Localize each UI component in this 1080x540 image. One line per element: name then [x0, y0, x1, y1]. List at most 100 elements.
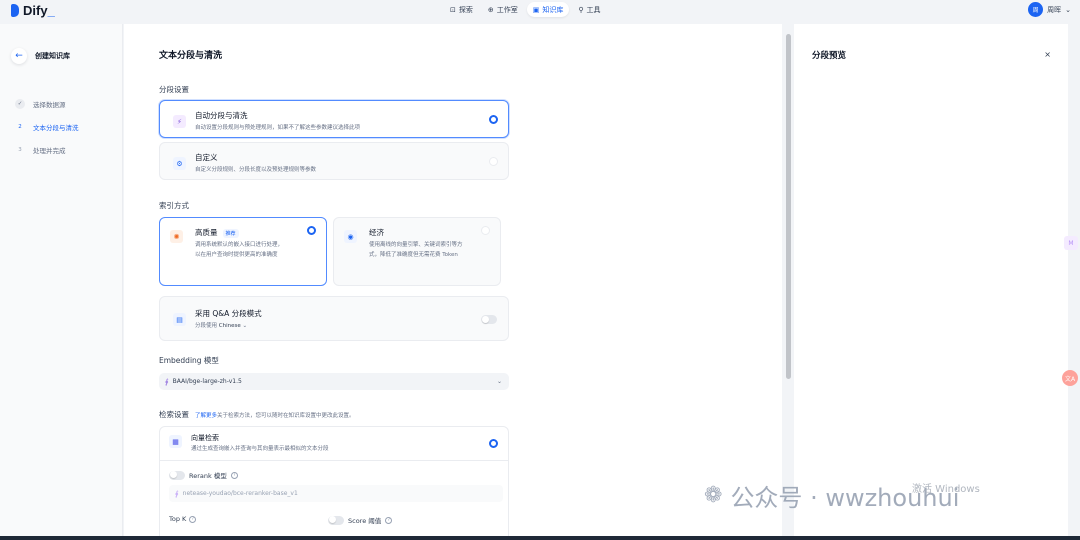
qa-mode-toggle[interactable]	[481, 315, 497, 324]
rerank-row: Rerank 模型 ?	[169, 470, 238, 480]
qa-icon: ▤	[173, 313, 186, 326]
step-list: ✓ 选择数据源 2 文本分段与清洗 3 处理并完成	[15, 92, 79, 161]
user-menu[interactable]: 周 周晖 ⌄	[1028, 2, 1071, 17]
step-number: 3	[18, 146, 22, 153]
model-icon: ∮	[175, 489, 179, 498]
help-icon[interactable]: ?	[189, 515, 197, 523]
custom-segment-option[interactable]: ⚙ 自定义 自定义分段规则、分段长度以及预处理规则等参数	[159, 142, 509, 180]
qa-mode-card: ▤ 采用 Q&A 分段模式 分段使用 Chinese ⌄	[159, 296, 509, 341]
avatar: 周	[1028, 2, 1044, 17]
economy-desc: 使用离线的向量引擎、关键词索引等方 式，降低了准确度但无需花费 Token	[369, 242, 463, 258]
embedding-model-select[interactable]: ∮ BAAI/bge-large-zh-v1.5 ⌄	[159, 373, 509, 390]
top-k-setting: Top K ?	[169, 515, 197, 523]
score-threshold-setting: Score 阈值 ?	[328, 515, 393, 525]
retrieval-settings-label: 检索设置	[159, 410, 189, 419]
main-panel: 文本分段与清洗 分段设置 ⚡ 自动分段与清洗 自动设置分段规则与预处理规则，如果…	[124, 24, 782, 536]
retrieval-settings-header: 检索设置 了解更多关于检索方法，您可以随时在知识库设置中更改此设置。	[159, 409, 355, 420]
arrow-left-icon[interactable]: ←	[11, 48, 27, 64]
sliders-icon: ⚙	[173, 157, 186, 170]
recommended-badge: 推荐	[222, 229, 239, 238]
vector-search-desc: 通过生成查询嵌入并查询与其向量表示最相似的文本分段	[191, 446, 329, 452]
nav-studio[interactable]: ⊕ 工作室	[482, 2, 524, 17]
nav-knowledge-label: 知识库	[542, 5, 564, 14]
translate-float-icon[interactable]: 文A	[1062, 370, 1078, 386]
score-threshold-toggle[interactable]	[328, 515, 344, 525]
retrieval-desc: 关于检索方法，您可以随时在知识库设置中更改此设置。	[217, 413, 355, 419]
nav-tools-label: 工具	[586, 5, 601, 14]
step-select-source[interactable]: ✓ 选择数据源	[15, 92, 79, 115]
piggy-bank-icon: ◉	[344, 230, 357, 243]
rerank-model-select[interactable]: ∮ netease-youdao/bce-reranker-base_v1	[169, 485, 503, 502]
main-nav: ⊡ 探索 ⊕ 工作室 ▣ 知识库 ⚲ 工具	[444, 2, 607, 17]
close-icon[interactable]: ×	[1044, 50, 1051, 59]
help-icon[interactable]: ?	[230, 471, 238, 479]
scrollbar-thumb[interactable]	[786, 34, 791, 379]
rerank-toggle[interactable]	[169, 470, 185, 480]
nav-explore-label: 探索	[458, 5, 473, 14]
embedding-model-value: BAAI/bge-large-zh-v1.5	[172, 378, 242, 385]
top-k-label: Top K	[169, 515, 187, 523]
chevron-down-icon: ⌄	[1065, 5, 1071, 14]
learn-more-link[interactable]: 了解更多	[195, 413, 217, 419]
top-bar: Dify_ ⊡ 探索 ⊕ 工作室 ▣ 知识库 ⚲ 工具 周 周晖 ⌄	[0, 0, 1080, 22]
check-icon: ✓	[15, 98, 25, 109]
custom-segment-title: 自定义	[195, 153, 218, 162]
rerank-label: Rerank 模型	[189, 472, 227, 480]
high-quality-option[interactable]: ✺ 高质量 推荐 调用系统默认的嵌入接口进行处理， 以在用户查询时提供更高的准确度	[159, 217, 327, 286]
sidebar-title: 创建知识库	[35, 52, 70, 60]
auto-segment-option[interactable]: ⚡ 自动分段与清洗 自动设置分段规则与预处理规则，如果不了解这些参数建议选择此项	[159, 100, 509, 138]
step-segment-clean: 2 文本分段与清洗	[15, 115, 79, 138]
dify-logo[interactable]: Dify_	[11, 3, 55, 18]
help-icon[interactable]: ?	[385, 516, 393, 524]
chevron-down-icon: ⌄	[496, 378, 502, 385]
nav-explore[interactable]: ⊡ 探索	[444, 2, 479, 17]
high-quality-desc: 调用系统默认的嵌入接口进行处理， 以在用户查询时提供更高的准确度	[195, 242, 284, 258]
os-taskbar	[0, 536, 1080, 540]
studio-icon: ⊕	[487, 5, 494, 14]
nav-knowledge[interactable]: ▣ 知识库	[526, 2, 570, 17]
qa-mode-title: 采用 Q&A 分段模式	[195, 309, 262, 318]
explore-icon: ⊡	[450, 5, 456, 14]
vector-search-title: 向量检索	[191, 434, 219, 442]
vector-icon: ▦	[169, 435, 182, 448]
qa-language[interactable]: 分段使用 Chinese ⌄	[195, 321, 247, 331]
index-method-label: 索引方式	[159, 201, 189, 210]
star-icon: ✺	[170, 230, 183, 243]
high-quality-radio[interactable]	[307, 226, 316, 235]
activate-windows-notice: 激活 Windows	[912, 484, 980, 495]
vector-search-radio[interactable]	[489, 439, 498, 448]
rerank-model-value: netease-youdao/bce-reranker-base_v1	[182, 490, 298, 497]
vector-search-header[interactable]: ▦ 向量检索 通过生成查询嵌入并查询与其向量表示最相似的文本分段	[160, 427, 508, 461]
step-label: 处理并完成	[33, 146, 66, 155]
logo-mark-icon	[11, 4, 19, 17]
step-label: 文本分段与清洗	[33, 123, 79, 132]
step-label: 选择数据源	[33, 100, 66, 109]
nav-studio-label: 工作室	[496, 5, 518, 14]
tools-icon: ⚲	[578, 5, 584, 14]
custom-segment-desc: 自定义分段规则、分段长度以及预处理规则等参数	[195, 167, 317, 173]
step-number: 2	[18, 123, 22, 130]
knowledge-icon: ▣	[532, 5, 540, 14]
economy-option[interactable]: ◉ 经济 使用离线的向量引擎、关键词索引等方 式，降低了准确度但无需花费 Toke…	[333, 217, 501, 286]
chevron-down-icon: ⌄	[242, 323, 248, 329]
segment-settings-label: 分段设置	[159, 85, 189, 94]
assistant-float-icon[interactable]: M	[1064, 236, 1078, 250]
step-process-finish: 3 处理并完成	[15, 138, 79, 161]
custom-segment-radio[interactable]	[489, 157, 498, 166]
back-to-knowledge[interactable]: ← 创建知识库	[11, 48, 70, 64]
auto-segment-radio[interactable]	[489, 115, 498, 124]
auto-segment-desc: 自动设置分段规则与预处理规则，如果不了解这些参数建议选择此项	[195, 125, 361, 131]
model-icon: ∮	[165, 377, 169, 386]
page-title: 文本分段与清洗	[159, 51, 223, 61]
main-scrollbar[interactable]	[784, 24, 793, 536]
vector-search-card[interactable]: ▦ 向量检索 通过生成查询嵌入并查询与其向量表示最相似的文本分段 Rerank …	[159, 426, 509, 536]
score-threshold-label: Score 阈值	[348, 517, 382, 525]
lightning-icon: ⚡	[173, 115, 186, 128]
steps-sidebar: ← 创建知识库 ✓ 选择数据源 2 文本分段与清洗 3 处理并完成	[0, 24, 123, 540]
nav-tools[interactable]: ⚲ 工具	[572, 2, 606, 17]
economy-radio[interactable]	[481, 226, 490, 235]
auto-segment-title: 自动分段与清洗	[195, 111, 248, 120]
logo-text: Dify_	[23, 3, 55, 18]
user-name: 周晖	[1047, 5, 1062, 14]
preview-title: 分段预览	[812, 51, 847, 61]
